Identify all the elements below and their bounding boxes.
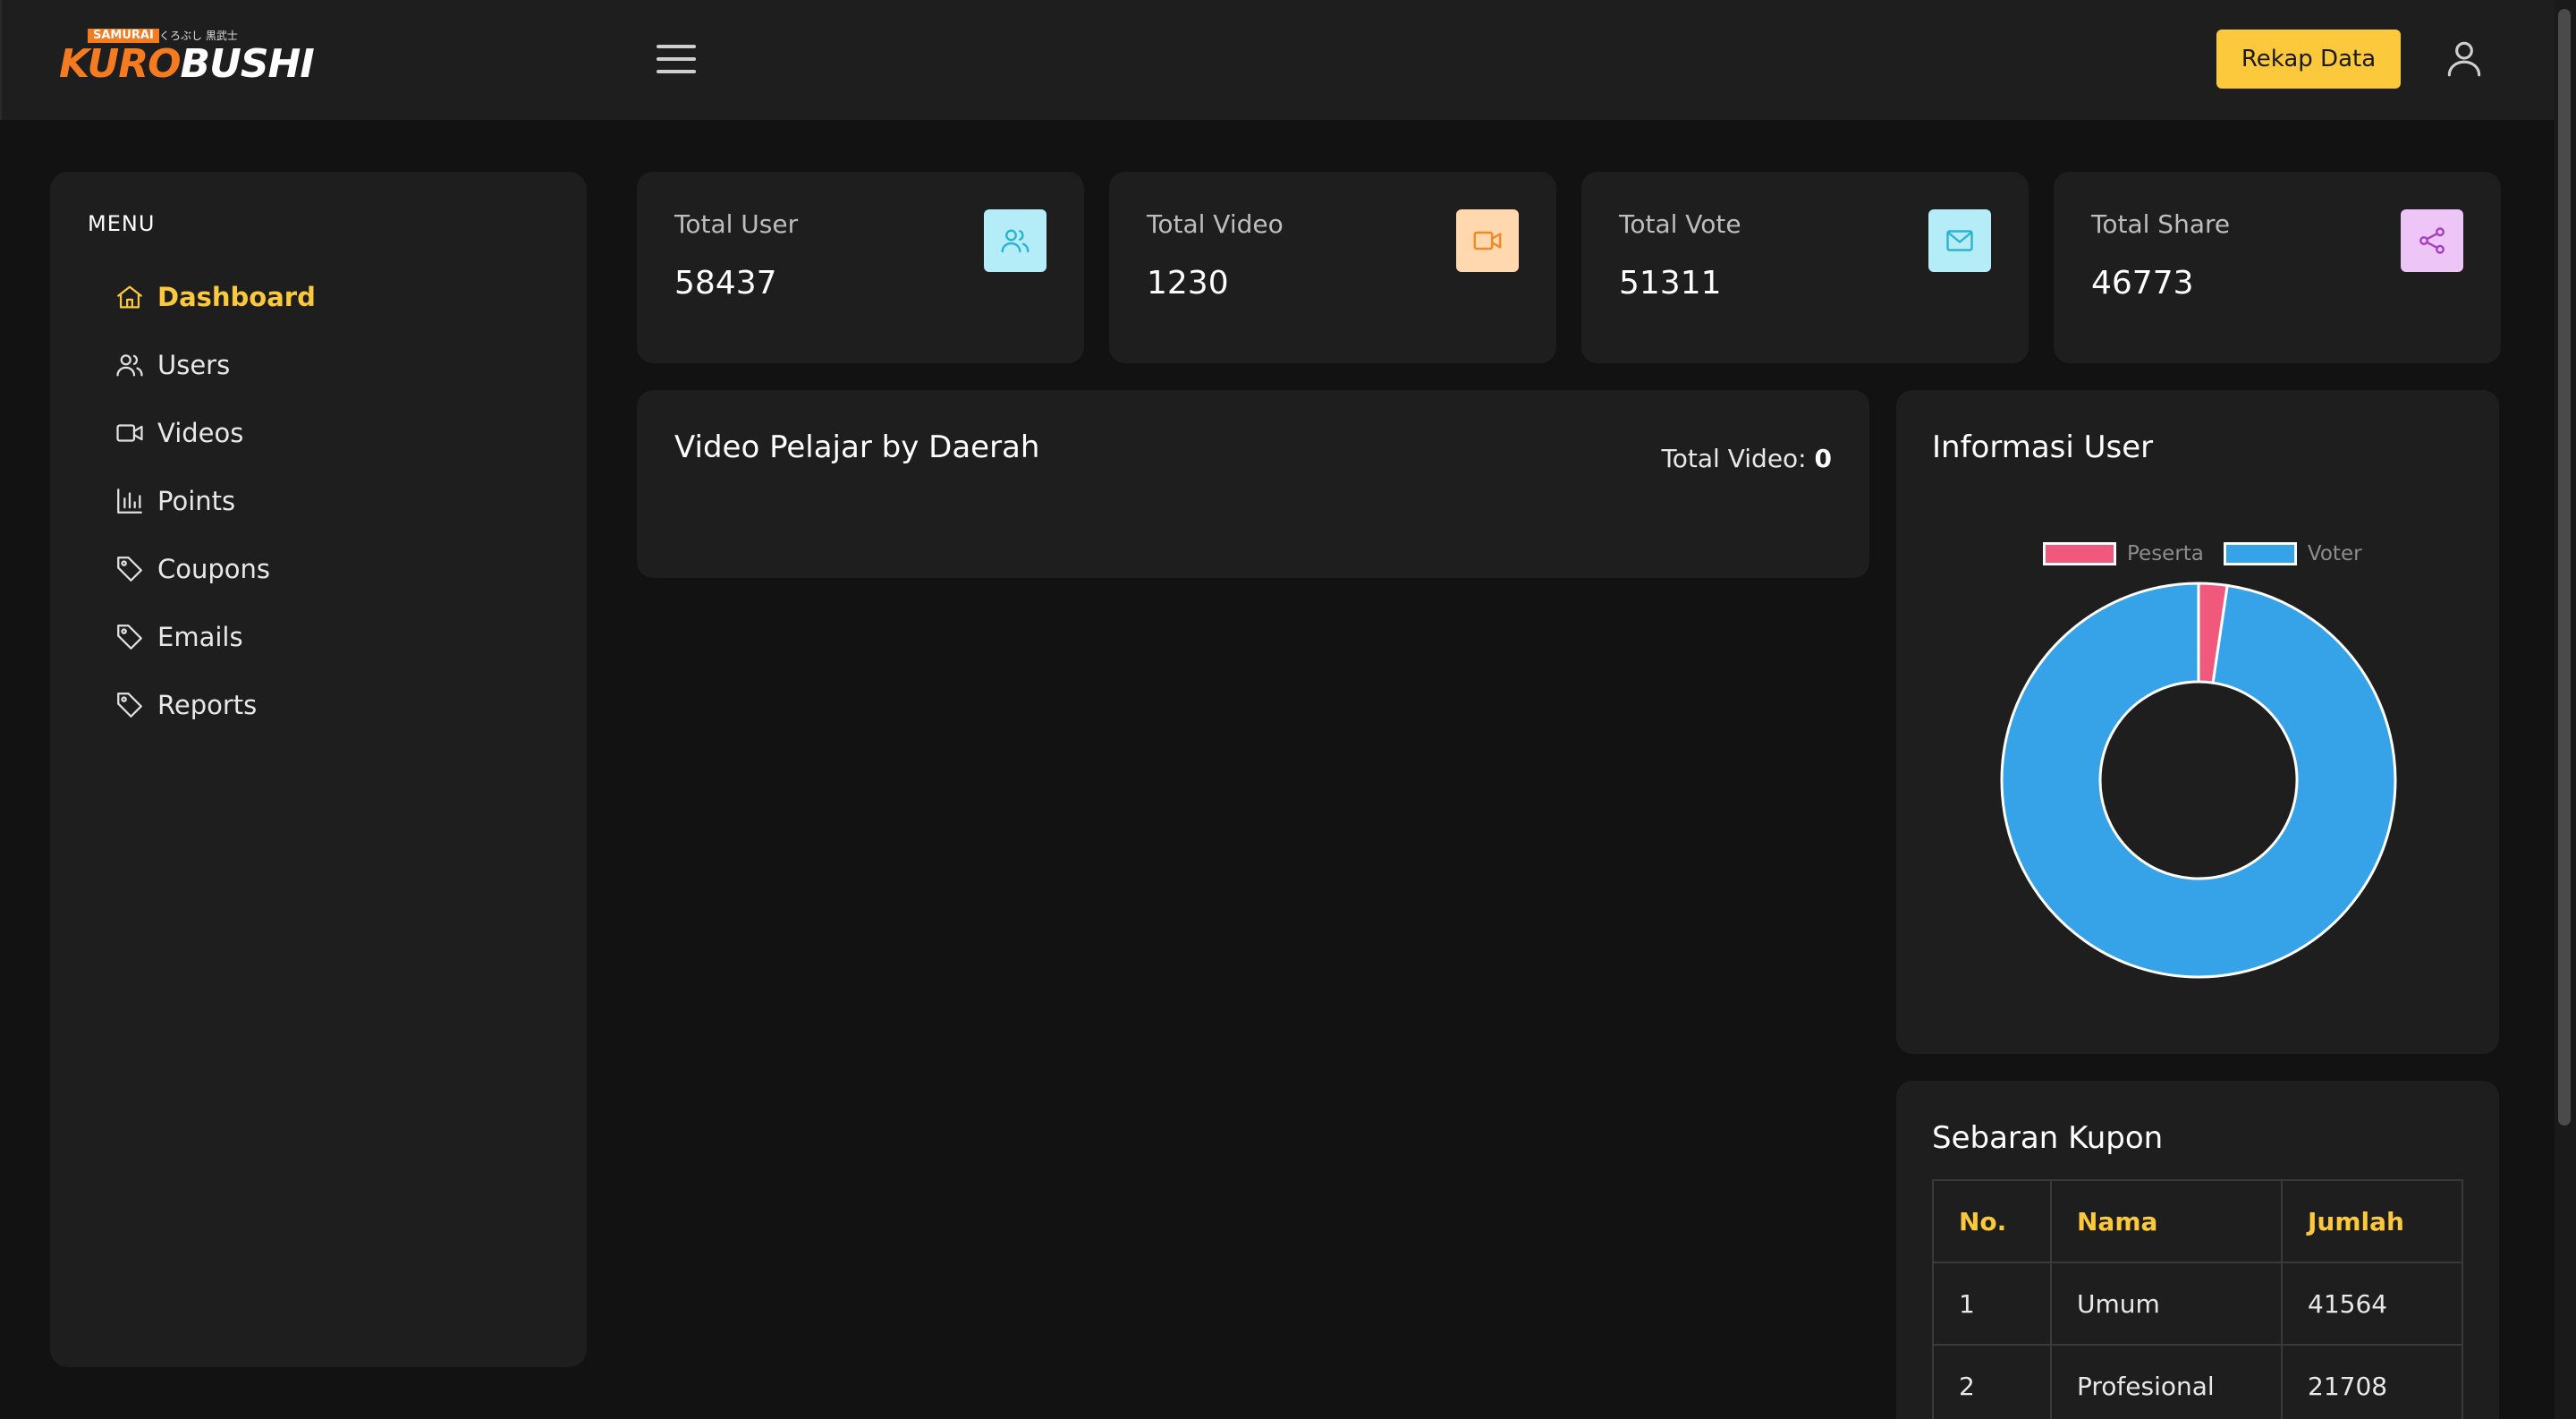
panel-title: Sebaran Kupon [1932,1120,2164,1156]
legend-label: Peserta [2127,542,2204,565]
sidebar-item-users[interactable]: Users [114,331,316,399]
sidebar-item-label: Dashboard [157,282,316,312]
table-row: 2 Profesional 21708 [1932,1344,2463,1419]
stat-card-total-video: Total Video 1230 [1109,172,1556,363]
chart-legend: Peserta Voter [2043,542,2382,565]
panel-title: Informasi User [1932,429,2154,465]
hamburger-menu-icon[interactable] [657,45,696,75]
sidebar: MENU Dashboard Users Videos Points Coupo… [50,172,587,1367]
top-header: SAMURAI くろぶし 黒武士 KUROBUSHI Rekap Data [0,0,2555,120]
stat-card-total-vote: Total Vote 51311 [1581,172,2029,363]
sidebar-item-label: Emails [157,622,243,652]
sidebar-item-dashboard[interactable]: Dashboard [114,263,316,331]
cell-jumlah: 41564 [2281,1262,2463,1346]
sidebar-item-label: Reports [157,690,258,720]
sidebar-item-emails[interactable]: Emails [114,603,316,671]
stat-icon-box [984,209,1046,272]
stat-label: Total User [674,209,799,239]
legend-label: Voter [2307,542,2362,565]
legend-item-peserta[interactable]: Peserta [2043,542,2204,565]
sidebar-item-label: Coupons [157,554,271,584]
legend-swatch [2223,542,2297,565]
coupon-table: No. Nama Jumlah 1 Umum 41564 2 Profesion… [1932,1179,2463,1419]
table-header-row: No. Nama Jumlah [1932,1179,2463,1263]
coupon-distribution-panel: Sebaran Kupon No. Nama Jumlah 1 Umum 415… [1896,1081,2499,1419]
logo-part-bushi: BUSHI [180,41,315,87]
user-profile-icon[interactable] [2442,36,2487,81]
sidebar-item-videos[interactable]: Videos [114,399,316,467]
legend-swatch [2043,542,2116,565]
users-icon [1001,229,1030,253]
cell-no: 1 [1932,1262,2052,1346]
stat-icon-box [2401,209,2463,272]
sidebar-menu: Dashboard Users Videos Points Coupons Em… [114,263,316,739]
users-icon [116,354,143,377]
scrollbar-thumb[interactable] [2558,9,2571,1126]
stat-value: 51311 [1619,265,1722,302]
column-header-no: No. [1932,1179,2052,1263]
table-row: 1 Umum 41564 [1932,1262,2463,1346]
total-video-value: 0 [1814,444,1832,473]
stat-value: 46773 [2091,265,2194,302]
share-icon [2419,227,2445,254]
total-video-summary: Total Video: 0 [1661,444,1832,473]
stat-value: 1230 [1147,265,1229,302]
legend-item-voter[interactable]: Voter [2223,542,2362,565]
home-icon [117,285,142,309]
video-by-region-panel: Video Pelajar by Daerah Total Video: 0 [637,390,1869,578]
tag-icon [117,557,142,582]
column-header-jumlah: Jumlah [2281,1179,2463,1263]
page-scrollbar[interactable] [2555,0,2576,1419]
video-icon [116,424,143,442]
stat-card-total-share: Total Share 46773 [2054,172,2501,363]
app-root: SAMURAI くろぶし 黒武士 KUROBUSHI Rekap Data ME… [0,0,2576,1419]
cell-nama: Umum [2050,1262,2283,1346]
sidebar-item-coupons[interactable]: Coupons [114,535,316,603]
kurobushi-logo[interactable]: SAMURAI くろぶし 黒武士 KUROBUSHI [59,29,315,86]
stat-value: 58437 [674,265,777,302]
donut-slice-voter[interactable] [2000,582,2397,979]
sidebar-item-label: Users [157,350,231,380]
sidebar-item-points[interactable]: Points [114,467,316,535]
sidebar-item-label: Videos [157,418,244,448]
panel-title: Video Pelajar by Daerah [674,429,1040,465]
stat-label: Total Video [1147,209,1284,239]
bar-chart-icon [117,489,142,514]
stat-label: Total Vote [1619,209,1741,239]
video-icon [1473,231,1502,251]
sidebar-item-label: Points [157,486,236,516]
logo-wordmark: KUROBUSHI [59,41,315,87]
stat-icon-box [1928,209,1991,272]
stat-label: Total Share [2091,209,2231,239]
stat-card-total-user: Total User 58437 [637,172,1084,363]
logo-part-kuro: KURO [59,41,182,87]
sidebar-item-reports[interactable]: Reports [114,671,316,739]
tag-icon [117,625,142,650]
user-donut-chart [2000,582,2397,979]
column-header-nama: Nama [2050,1179,2283,1263]
cell-no: 2 [1932,1344,2052,1419]
total-video-label: Total Video: [1661,444,1815,473]
stat-icon-box [1456,209,1519,272]
cell-nama: Profesional [2050,1344,2283,1419]
cell-jumlah: 21708 [2281,1344,2463,1419]
tag-icon [117,693,142,718]
user-info-panel: Informasi User Peserta Voter [1896,390,2499,1054]
rekap-data-button[interactable]: Rekap Data [2216,30,2401,89]
menu-title: MENU [88,211,156,236]
mail-icon [1946,230,1973,251]
